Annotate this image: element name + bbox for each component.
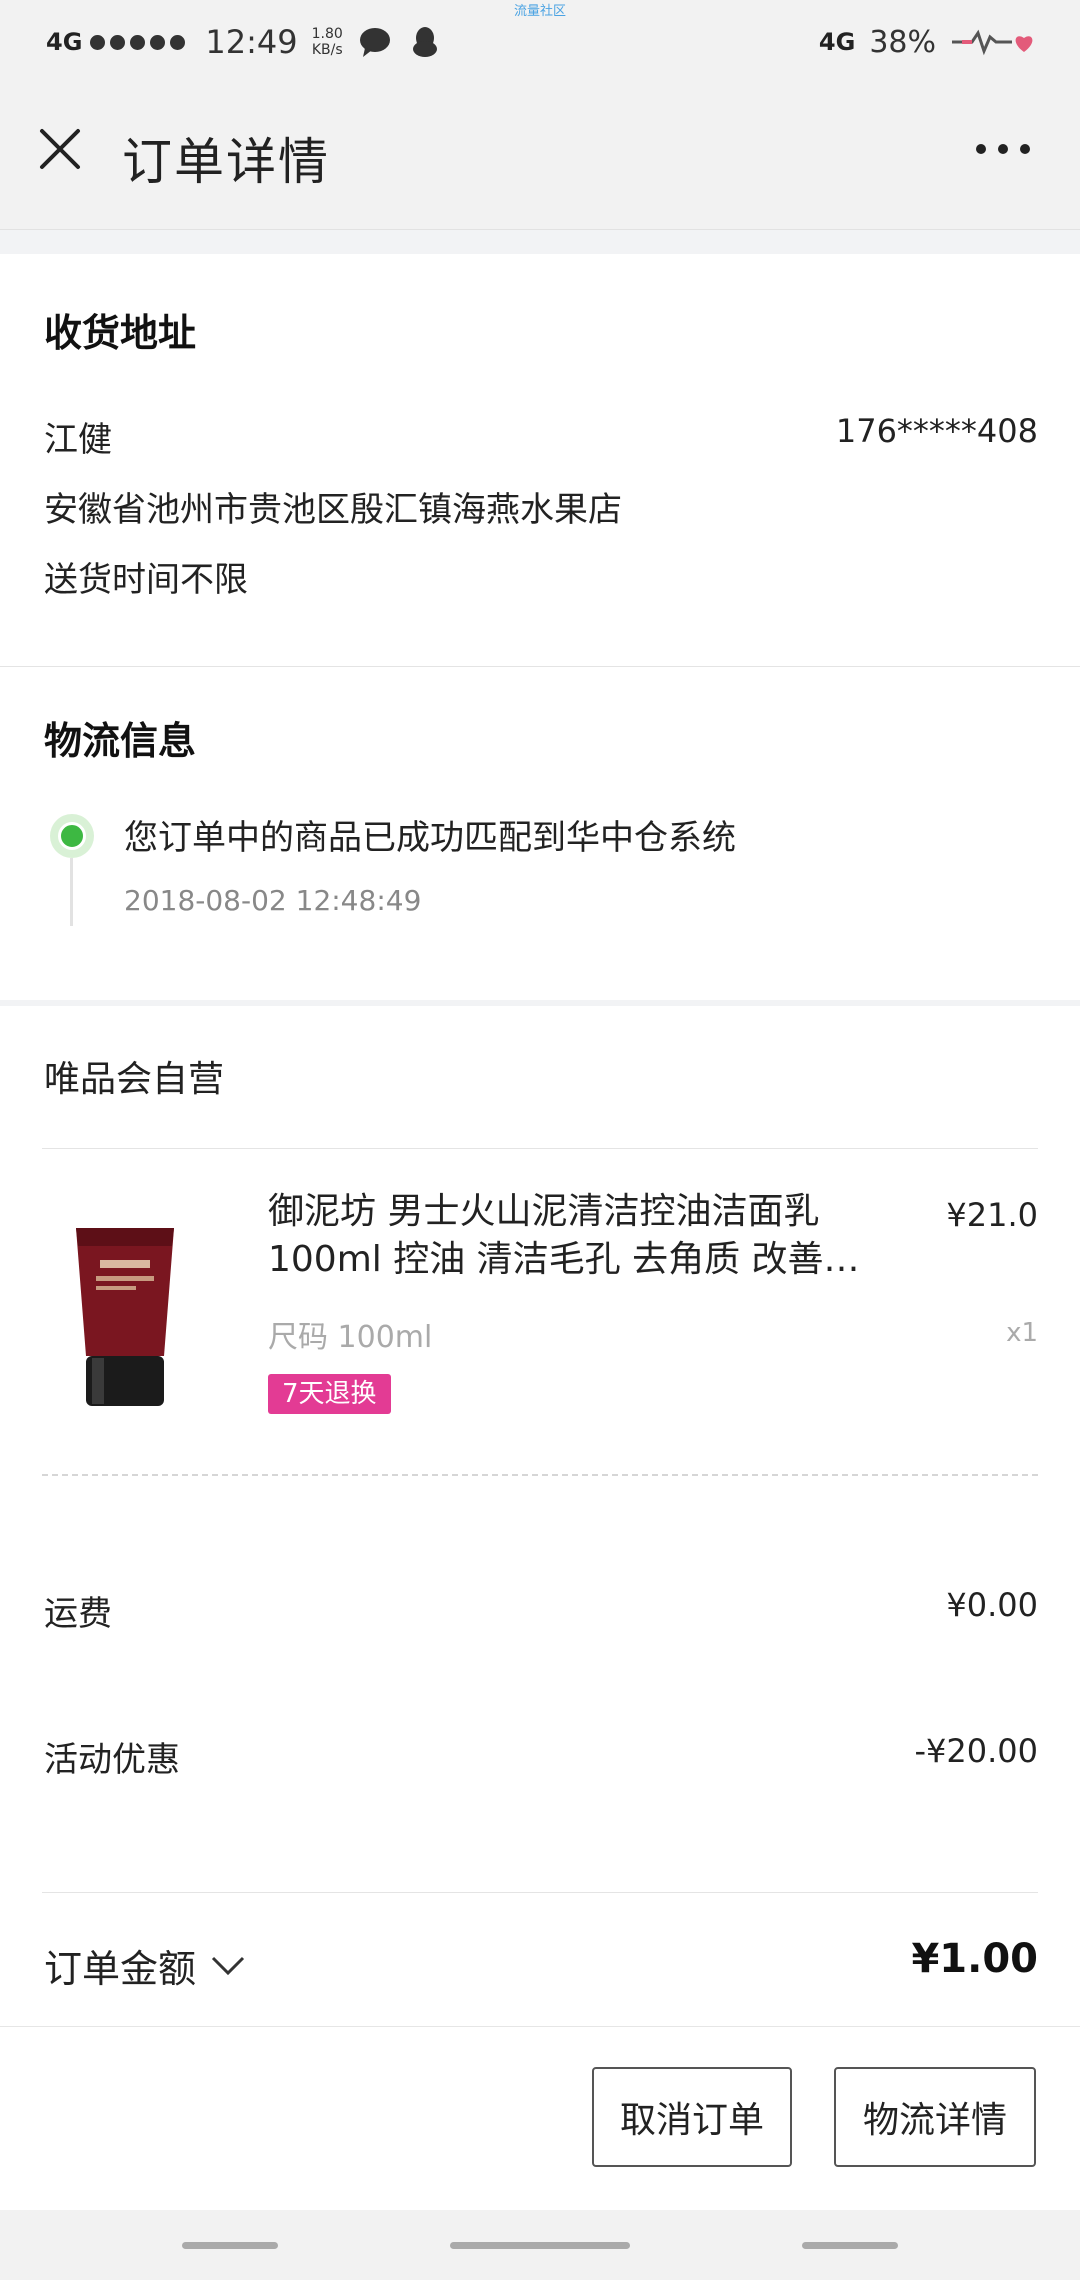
address-logistics-card: 收货地址 江健 176*****408 安徽省池州市贵池区殷汇镇海燕水果店 送货…	[0, 254, 1080, 1000]
close-icon[interactable]	[36, 125, 84, 173]
status-right: 4G 38%	[819, 14, 1040, 70]
shipping-fee-value: ¥0.00	[946, 1586, 1038, 1624]
network-speed-value: 1.80	[311, 26, 343, 42]
address-section-title: 收货地址	[44, 311, 197, 355]
title-bar: 订单详情	[0, 80, 1080, 230]
logistics-section-title: 物流信息	[44, 719, 197, 763]
system-nav-bar	[0, 2210, 1080, 2280]
order-total-toggle[interactable]: 订单金额	[44, 1938, 246, 1993]
discount-label: 活动优惠	[44, 1740, 180, 1780]
heartbeat-icon	[952, 29, 1033, 56]
cancel-order-button[interactable]: 取消订单	[592, 2067, 792, 2167]
logistics-status-time: 2018-08-02 12:48:49	[124, 884, 422, 917]
nav-home-button[interactable]	[450, 2242, 630, 2249]
status-left: 4G 12:49 1.80 KB/s	[46, 14, 443, 70]
bottom-action-bar: 取消订单 物流详情	[0, 2026, 1080, 2210]
network-type: 4G	[46, 28, 83, 56]
product-title[interactable]: 御泥坊 男士火山泥清洁控油洁面乳100ml 控油 清洁毛孔 去角质 改善…	[268, 1188, 908, 1284]
recipient-address: 安徽省池州市贵池区殷汇镇海燕水果店	[44, 490, 622, 530]
recipient-phone: 176*****408	[835, 412, 1038, 450]
status-time: 12:49	[205, 23, 298, 61]
tracking-status-icon	[50, 814, 94, 858]
network-type-right: 4G	[818, 28, 856, 56]
section-divider	[0, 666, 1080, 667]
qq-penguin-icon	[412, 27, 437, 57]
product-spec: 尺码 100ml	[268, 1320, 433, 1355]
product-quantity: x1	[1006, 1318, 1038, 1348]
network-speed: 1.80 KB/s	[312, 26, 343, 58]
recipient-name: 江健	[44, 420, 112, 460]
more-dots-icon[interactable]	[976, 144, 1030, 154]
status-bar: 流量社区 4G 12:49 1.80 KB/s 4G 38%	[0, 0, 1080, 80]
product-image[interactable]	[70, 1224, 180, 1414]
discount-value: -¥20.00	[914, 1732, 1038, 1770]
battery-level: 38%	[869, 24, 936, 60]
order-total-value: ¥1.00	[911, 1936, 1038, 1982]
chevron-down-icon	[211, 1956, 245, 1975]
shipping-fee-label: 运费	[44, 1594, 112, 1634]
signal-strength-icon	[90, 34, 186, 50]
store-name[interactable]: 唯品会自营	[44, 1050, 224, 1102]
network-speed-unit: KB/s	[311, 42, 343, 58]
delivery-time: 送货时间不限	[44, 560, 248, 600]
tracking-timeline	[70, 858, 73, 926]
logistics-detail-button[interactable]: 物流详情	[834, 2067, 1036, 2167]
chat-bubble-icon	[359, 28, 390, 57]
order-card: 唯品会自营 御泥坊 男士火山泥清洁控油洁面乳100ml 控油 清洁毛孔 去角质 …	[0, 1006, 1080, 2026]
nav-menu-button[interactable]	[182, 2242, 278, 2249]
product-price: ¥21.0	[946, 1196, 1038, 1234]
nav-back-button[interactable]	[802, 2242, 898, 2249]
dashed-divider	[42, 1474, 1038, 1476]
page-title: 订单详情	[122, 133, 330, 191]
total-divider	[42, 1892, 1038, 1893]
logistics-status-text[interactable]: 您订单中的商品已成功匹配到华中仓系统	[124, 810, 736, 859]
order-total-label: 订单金额	[44, 1947, 197, 1991]
store-divider	[42, 1148, 1038, 1149]
return-policy-badge: 7天退换	[268, 1374, 391, 1414]
